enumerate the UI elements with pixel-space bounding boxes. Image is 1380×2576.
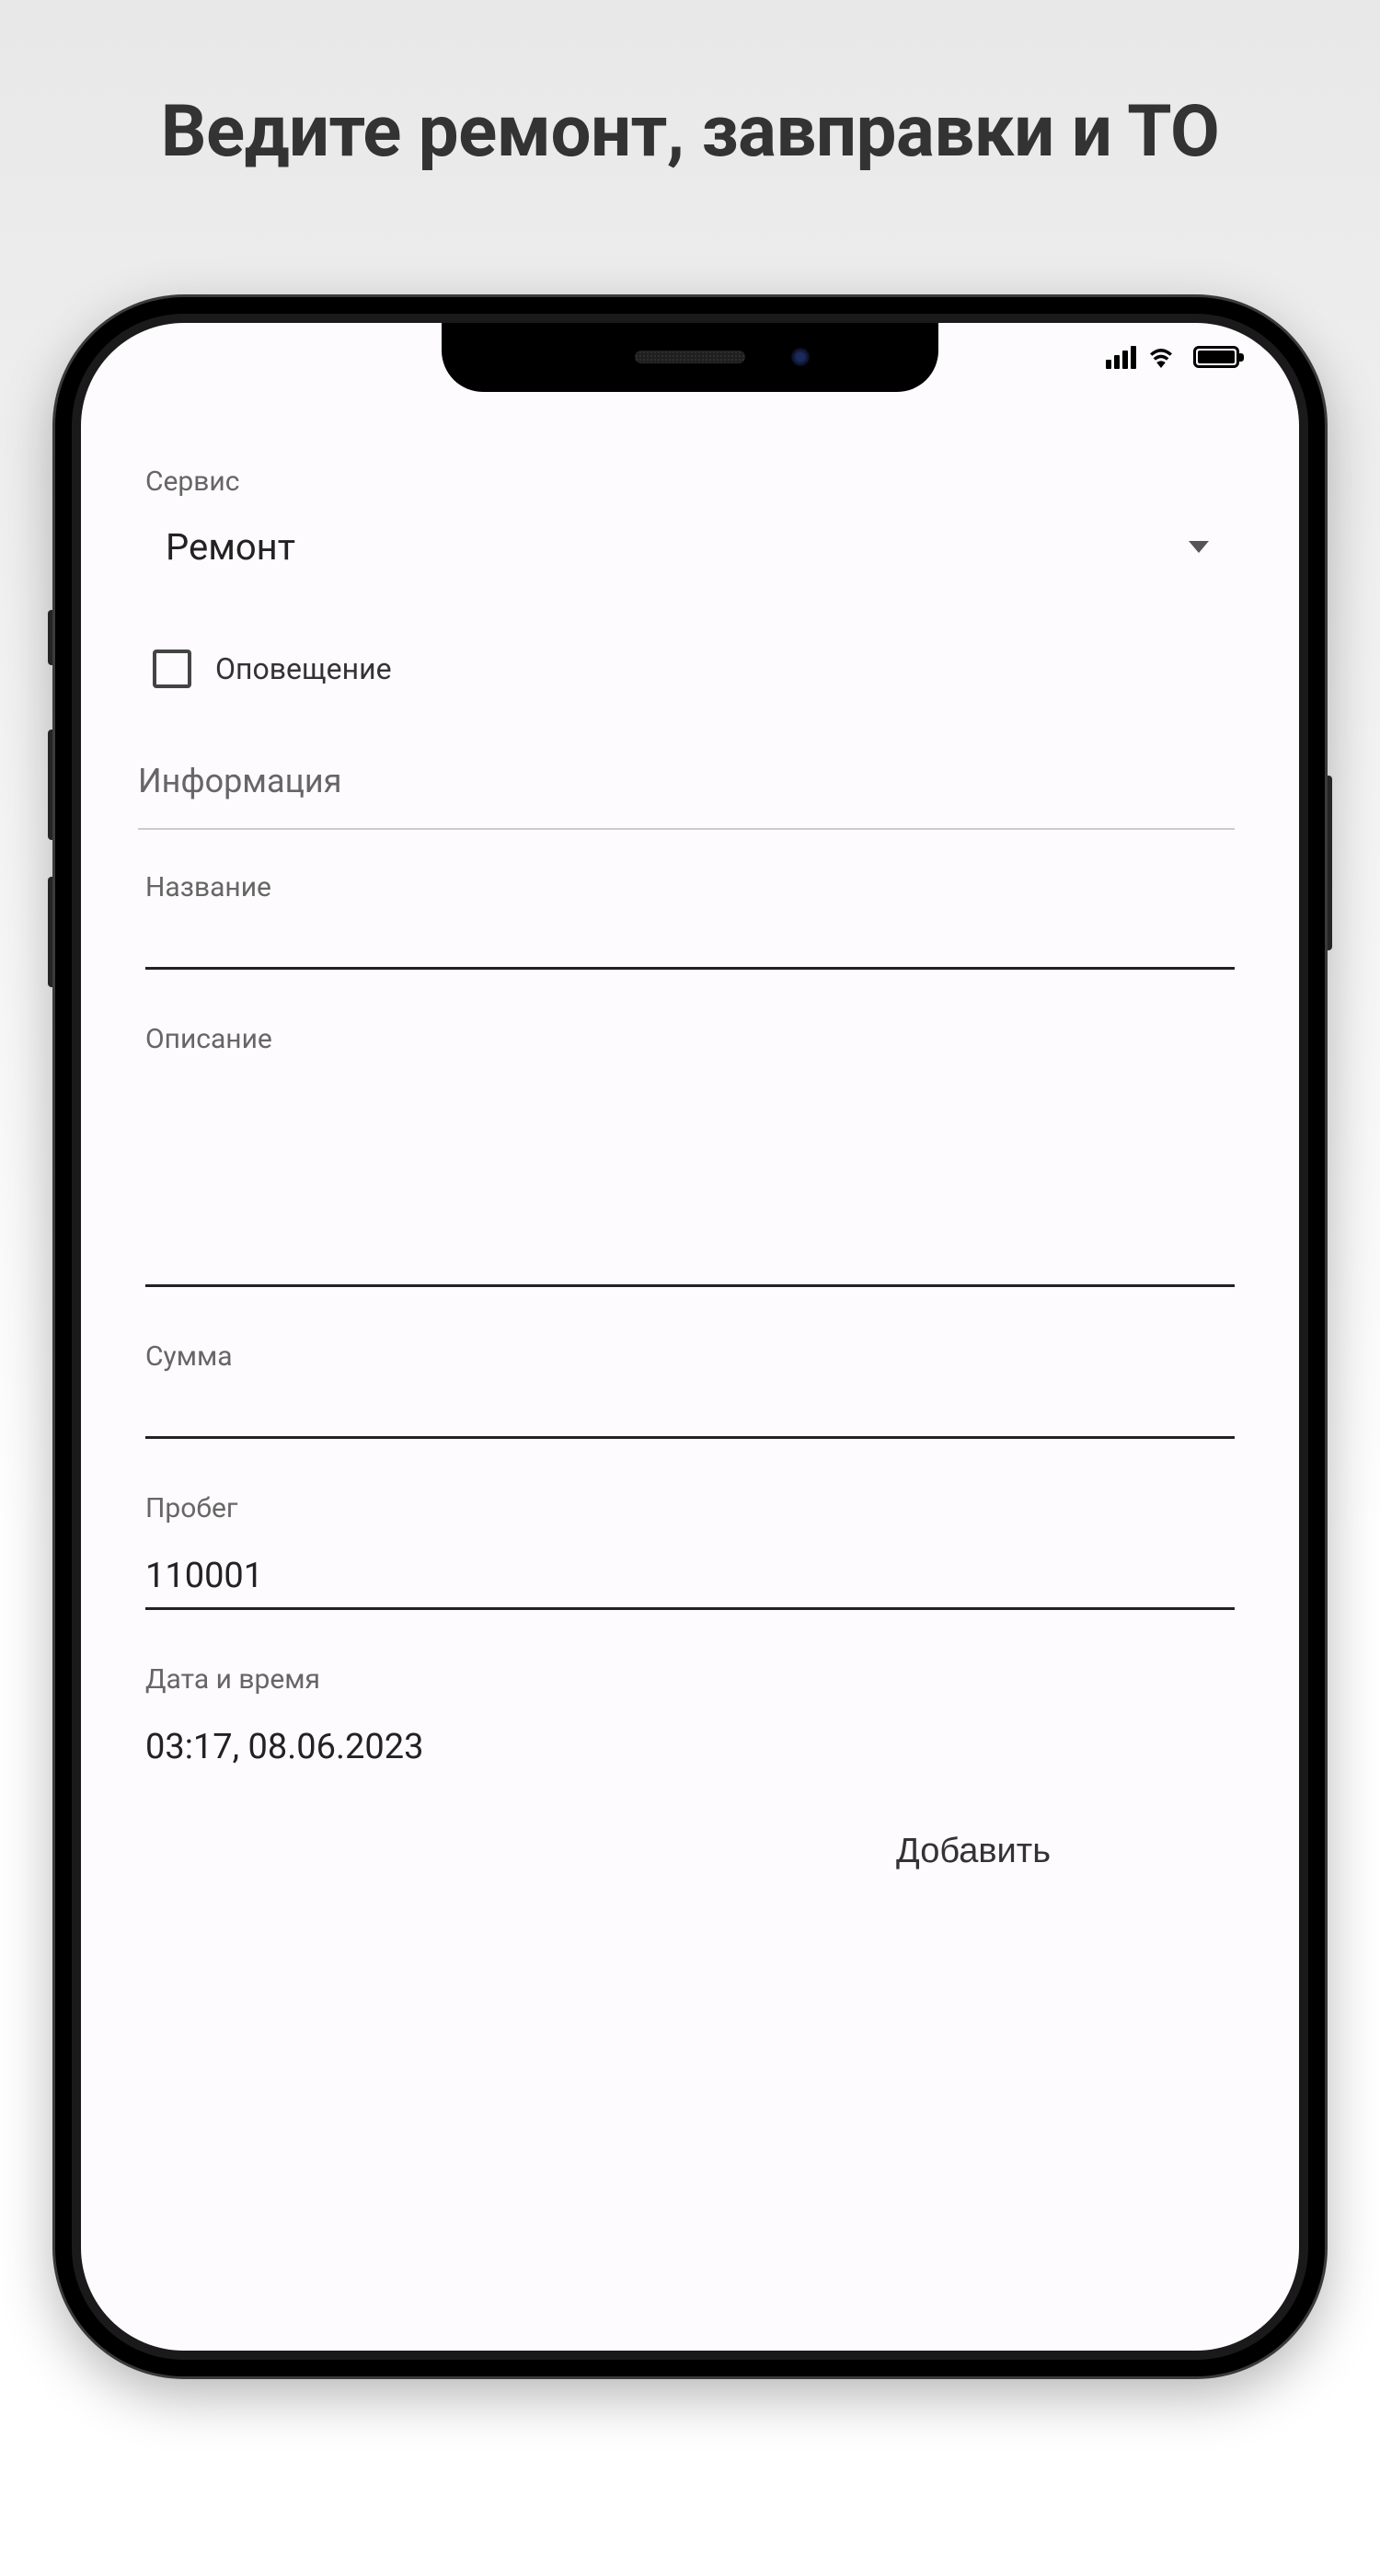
mileage-label: Пробег <box>145 1492 1235 1524</box>
service-dropdown[interactable]: Ремонт <box>145 518 1235 576</box>
phone-frame: Сервис Ремонт Оповещение Информация Назв <box>55 297 1325 2376</box>
battery-icon <box>1193 346 1239 368</box>
phone-screen: Сервис Ремонт Оповещение Информация Назв <box>81 323 1299 2351</box>
notification-label: Оповещение <box>215 651 392 686</box>
name-input[interactable] <box>145 924 1235 970</box>
front-camera <box>791 348 810 366</box>
service-value: Ремонт <box>166 525 295 569</box>
information-section-header: Информация <box>138 762 1235 830</box>
mileage-input[interactable]: 110001 <box>145 1545 1235 1610</box>
amount-input[interactable] <box>145 1393 1235 1439</box>
speaker <box>635 351 745 363</box>
notification-checkbox[interactable] <box>153 650 191 688</box>
notch <box>442 323 938 392</box>
description-input[interactable] <box>145 1075 1235 1287</box>
datetime-label: Дата и время <box>145 1663 1235 1696</box>
mileage-group: Пробег 110001 <box>145 1492 1235 1610</box>
signal-icon <box>1106 346 1136 369</box>
description-group: Описание <box>145 1023 1235 1287</box>
phone-mockup: Сервис Ремонт Оповещение Информация Назв <box>55 297 1325 2376</box>
wifi-icon <box>1147 346 1175 368</box>
page-title: Ведите ремонт, завправки и ТО <box>161 87 1220 178</box>
name-label: Название <box>145 871 1235 903</box>
chevron-down-icon <box>1189 541 1209 553</box>
phone-inner-frame: Сервис Ремонт Оповещение Информация Назв <box>72 314 1308 2360</box>
datetime-group: Дата и время 03:17, 08.06.2023 <box>145 1663 1235 1778</box>
description-label: Описание <box>145 1023 1235 1055</box>
notification-row[interactable]: Оповещение <box>145 650 1235 688</box>
status-bar <box>1106 346 1239 369</box>
datetime-input[interactable]: 03:17, 08.06.2023 <box>145 1716 1235 1778</box>
form-content: Сервис Ремонт Оповещение Информация Назв <box>81 323 1299 1908</box>
service-label: Сервис <box>145 466 1235 498</box>
name-group: Название <box>145 871 1235 970</box>
add-button[interactable]: Добавить <box>896 1832 1051 1871</box>
amount-group: Сумма <box>145 1340 1235 1439</box>
amount-label: Сумма <box>145 1340 1235 1373</box>
action-row: Добавить <box>145 1832 1235 1871</box>
